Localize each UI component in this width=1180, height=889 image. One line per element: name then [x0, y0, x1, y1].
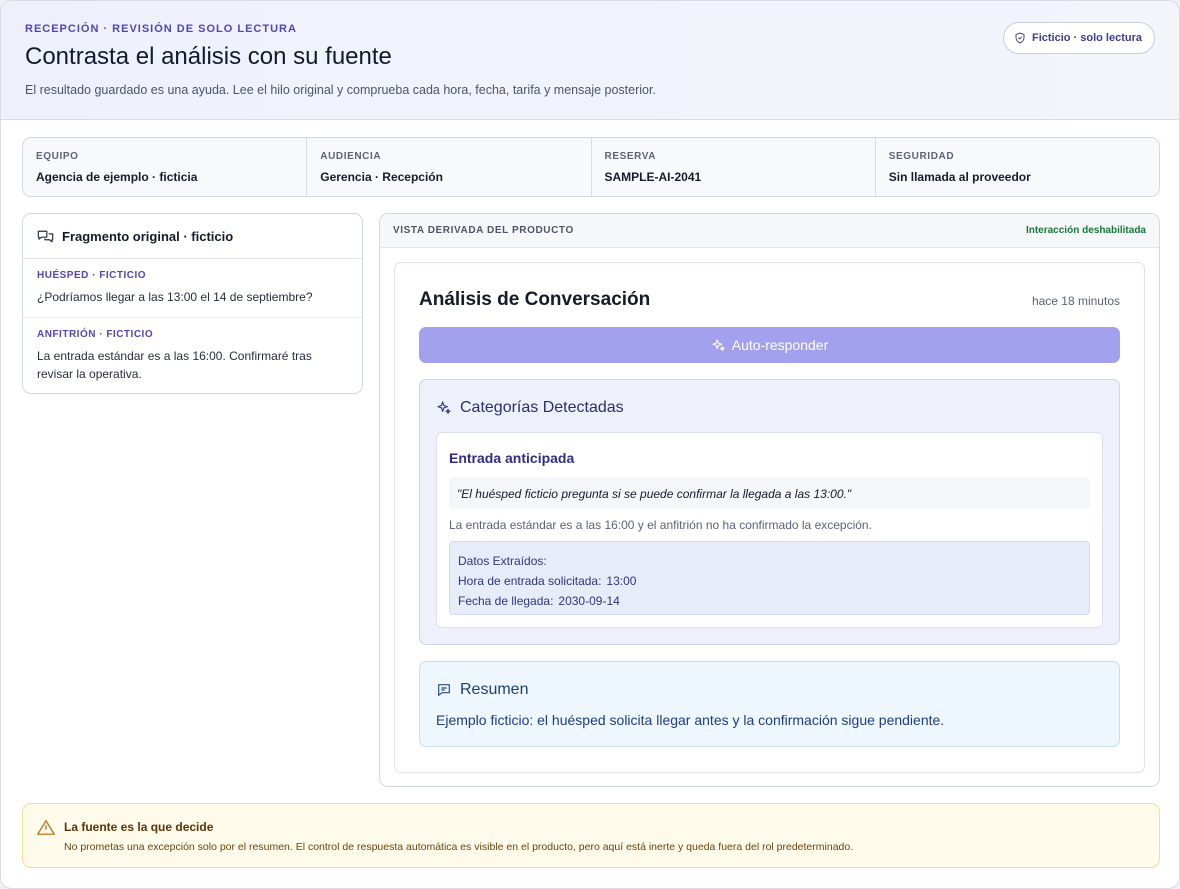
extracted-field: Fecha de llegada: 2030-09-14 [458, 591, 1081, 611]
summary-title: Resumen [460, 681, 529, 698]
message-text: La entrada estándar es a las 16:00. Conf… [37, 349, 312, 381]
meta-booking: RESERVA SAMPLE-AI-2041 [592, 138, 876, 196]
field-label: Fecha de llegada: [458, 594, 554, 608]
meta-audience: AUDIENCIA Gerencia · Recepción [307, 138, 592, 196]
meta-team: EQUIPO Agencia de ejemplo · ficticia [23, 138, 308, 196]
product-bar: VISTA DERIVADA DEL PRODUCTO Interacción … [380, 214, 1159, 248]
categories-panel: Categorías Detectadas Entrada anticipada… [419, 379, 1120, 645]
field-label: Hora de entrada solicitada: [458, 574, 602, 588]
summary-panel: Resumen Ejemplo ficticio: el huésped sol… [419, 661, 1120, 747]
message-text: ¿Podríamos llegar a las 13:00 el 14 de s… [37, 290, 313, 304]
chat-bubbles-icon [37, 230, 54, 242]
product-view-panel: VISTA DERIVADA DEL PRODUCTO Interacción … [379, 213, 1160, 787]
extracted-field: Hora de entrada solicitada: 13:00 [458, 571, 1081, 591]
summary-header: Resumen [436, 681, 528, 699]
meta-value: SAMPLE-AI-2041 [604, 170, 702, 184]
analysis-card: Análisis de Conversación hace 18 minutos… [394, 262, 1145, 773]
page-title: Contrasta el análisis con su fuente [25, 43, 392, 70]
category-quote: "El huésped ficticio pregunta si se pued… [449, 477, 1090, 509]
source-snippet-panel: Fragmento original · ficticio HUÉSPED · … [22, 213, 363, 394]
source-header: Fragmento original · ficticio [23, 214, 362, 259]
meta-label: AUDIENCIA [320, 151, 382, 162]
warning-triangle-icon [37, 820, 55, 835]
message-role: ANFITRIÓN · FICTICIO [37, 329, 154, 340]
meta-label: RESERVA [604, 151, 657, 162]
review-window: RECEPCIÓN · REVISIÓN DE SOLO LECTURA Con… [0, 0, 1180, 889]
message-host: ANFITRIÓN · FICTICIO La entrada estándar… [23, 318, 362, 393]
message-square-icon [438, 684, 450, 696]
warning-banner: La fuente es la que decide No prometas u… [22, 803, 1160, 868]
badge-label: Ficticio · solo lectura [1031, 32, 1142, 44]
source-title: Fragmento original · ficticio [62, 228, 234, 244]
categories-title: Categorías Detectadas [460, 399, 624, 416]
product-bar-label: VISTA DERIVADA DEL PRODUCTO [393, 225, 574, 236]
category-explanation: La entrada estándar es a las 16:00 y el … [449, 518, 872, 532]
summary-text: Ejemplo ficticio: el huésped solicita ll… [436, 712, 945, 728]
page-header: RECEPCIÓN · REVISIÓN DE SOLO LECTURA Con… [1, 1, 1179, 120]
message-guest: HUÉSPED · FICTICIO ¿Podríamos llegar a l… [23, 259, 362, 318]
auto-respond-label: Auto-responder [731, 337, 829, 353]
extracted-data: Datos Extraídos: Hora de entrada solicit… [449, 541, 1090, 615]
meta-security: SEGURIDAD Sin llamada al proveedor [876, 138, 1159, 196]
meta-label: EQUIPO [36, 151, 79, 162]
interaction-status: Interacción deshabilitada [1025, 225, 1146, 236]
analysis-title: Análisis de Conversación [419, 289, 651, 310]
booking-meta-strip: EQUIPO Agencia de ejemplo · ficticia AUD… [22, 137, 1160, 197]
warning-title: La fuente es la que decide [64, 820, 214, 834]
read-only-badge: Ficticio · solo lectura [1002, 22, 1155, 54]
field-value: 13:00 [606, 574, 637, 588]
category-item: Entrada anticipada "El huésped ficticio … [436, 432, 1103, 628]
meta-value: Sin llamada al proveedor [888, 170, 1031, 184]
categories-header: Categorías Detectadas [436, 399, 624, 417]
extracted-label: Datos Extraídos: [458, 554, 547, 568]
shield-icon [1015, 32, 1025, 44]
analysis-timestamp: hace 18 minutos [1031, 294, 1120, 308]
meta-label: SEGURIDAD [888, 151, 955, 162]
sparkles-icon [437, 401, 451, 414]
auto-respond-button: Auto-responder [419, 327, 1120, 363]
category-title: Entrada anticipada [449, 450, 575, 466]
meta-value: Agencia de ejemplo · ficticia [36, 170, 198, 184]
message-role: HUÉSPED · FICTICIO [37, 270, 147, 281]
warning-text: No prometas una excepción solo por el re… [64, 841, 854, 853]
sparkles-icon [712, 338, 725, 351]
field-value: 2030-09-14 [558, 594, 620, 608]
eyebrow: RECEPCIÓN · REVISIÓN DE SOLO LECTURA [25, 23, 297, 35]
meta-value: Gerencia · Recepción [320, 170, 443, 184]
page-subtitle: El resultado guardado es una ayuda. Lee … [25, 83, 656, 97]
